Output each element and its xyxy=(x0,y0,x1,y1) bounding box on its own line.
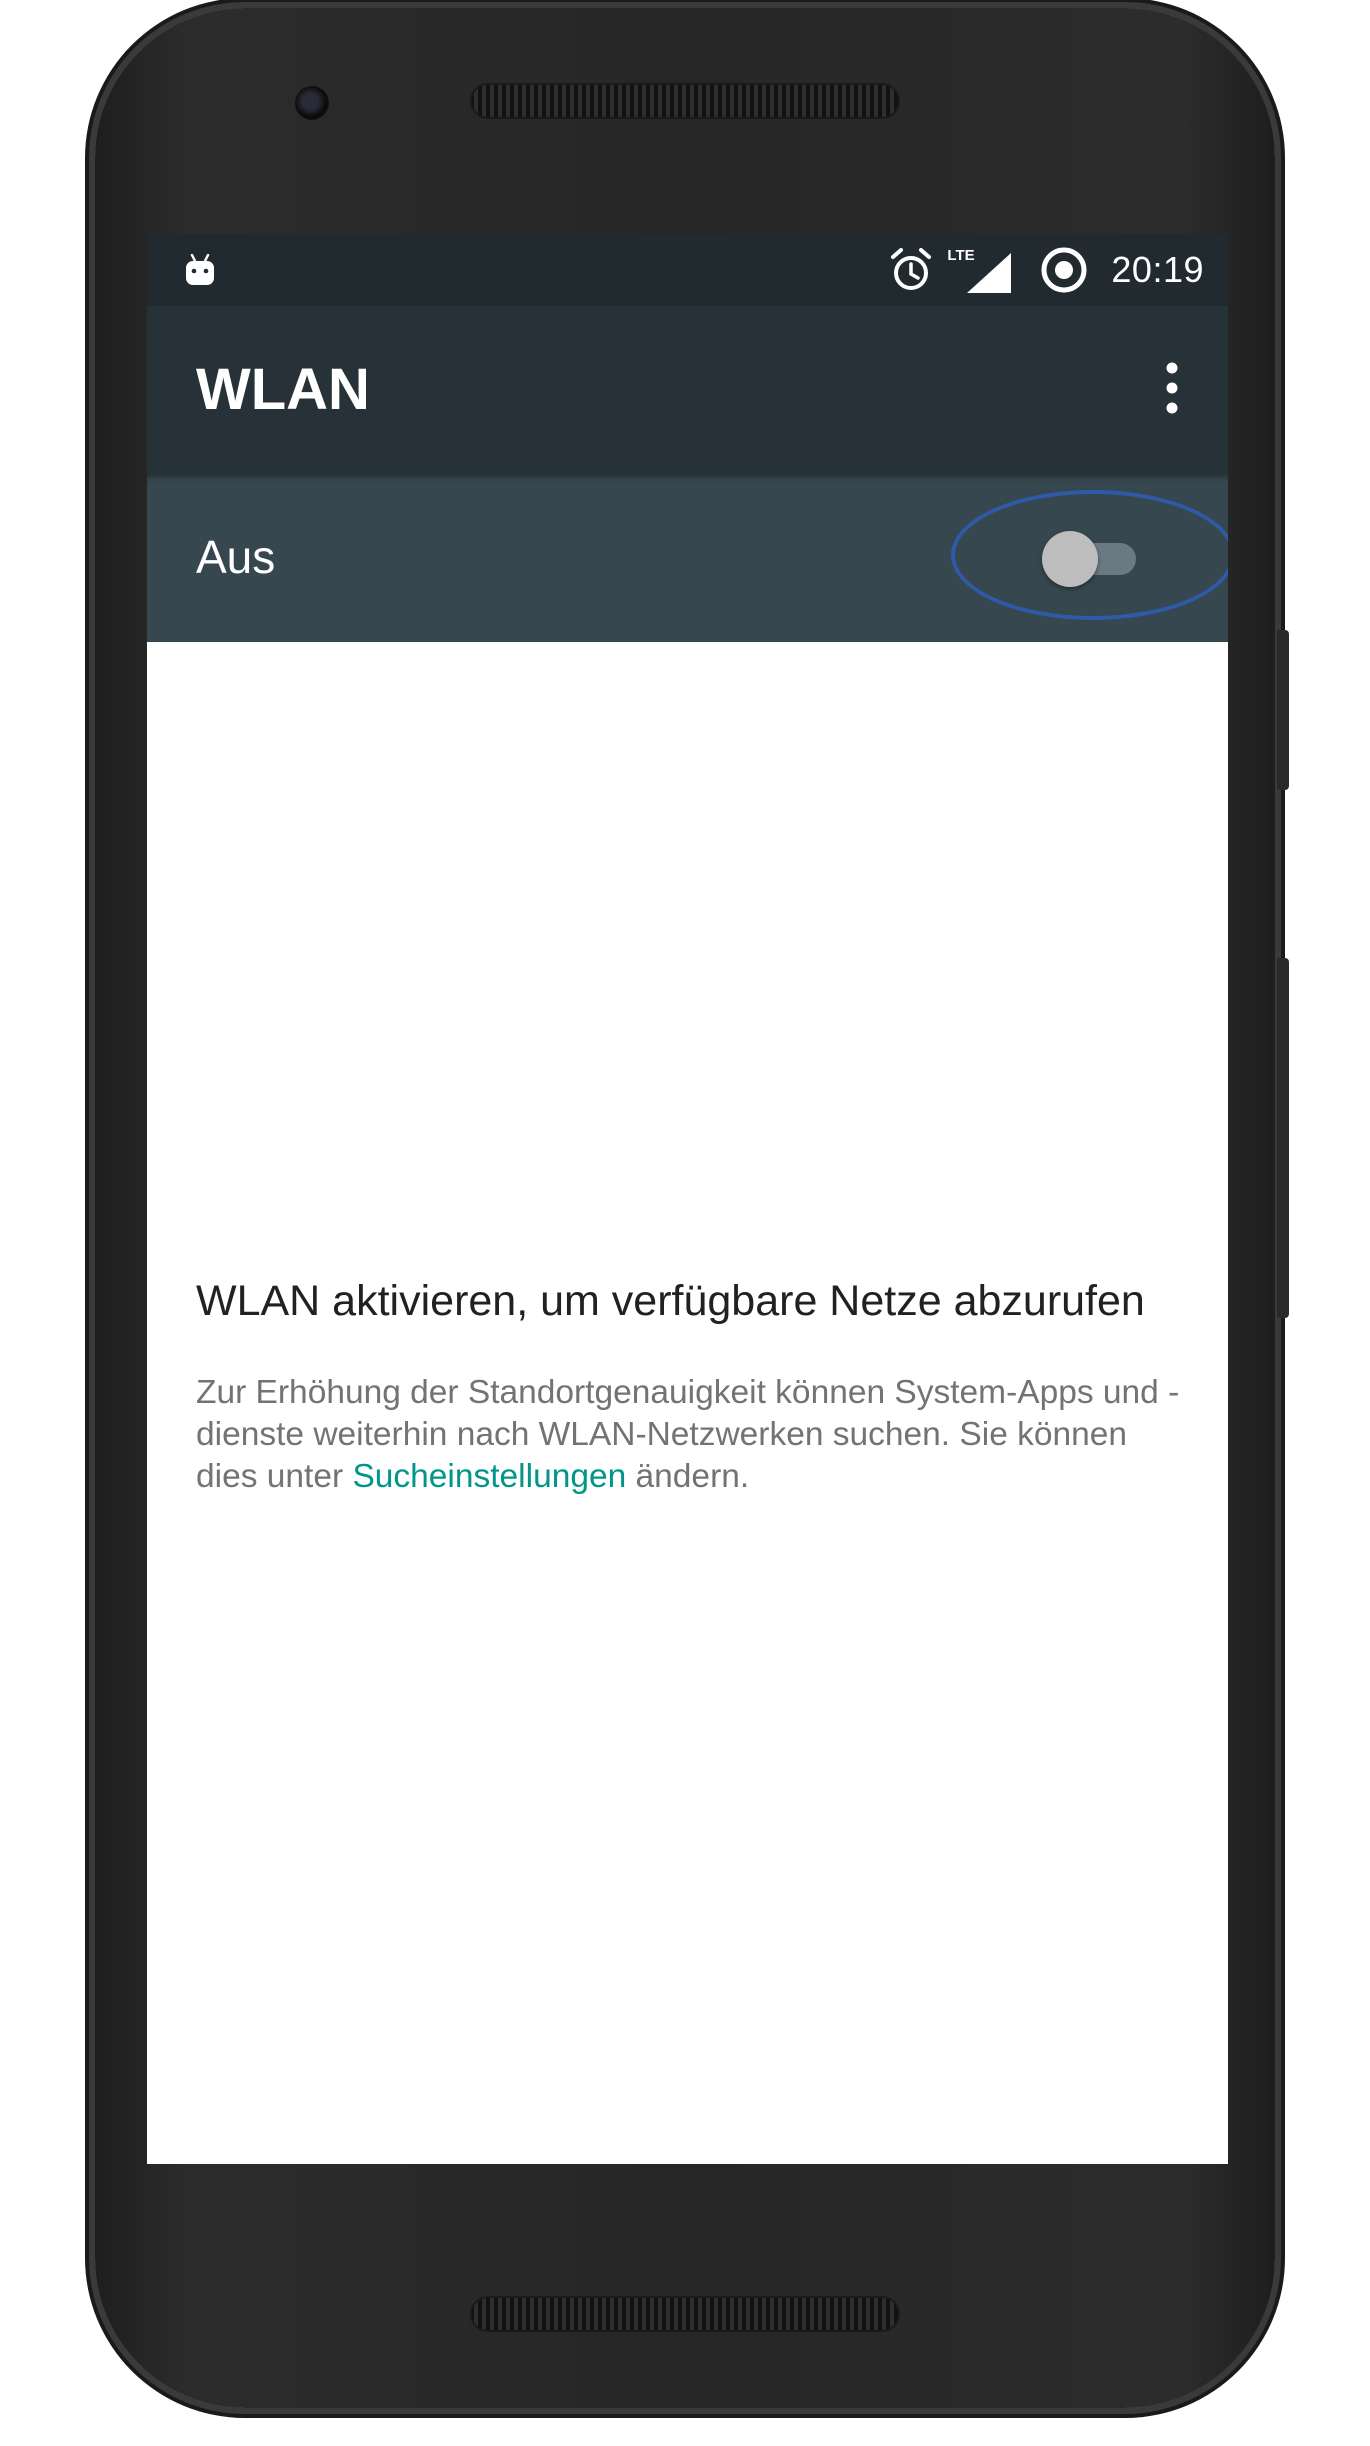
switch-state-label: Aus xyxy=(196,531,276,583)
front-camera xyxy=(295,86,329,120)
more-vert-icon xyxy=(1166,362,1178,414)
info-text-end: ändern. xyxy=(626,1458,750,1495)
status-time: 20:19 xyxy=(1111,249,1204,290)
sync-circle-icon xyxy=(1041,247,1087,293)
volume-button xyxy=(1277,958,1289,1318)
bottom-speaker xyxy=(470,2296,900,2332)
alarm-icon xyxy=(891,248,932,290)
signal-triangle xyxy=(967,253,1012,293)
scan-info-text: Zur Erhöhung der Standortgenauigkeit kön… xyxy=(196,1372,1186,1498)
empty-state: WLAN aktivieren, um verfügbare Netze abz… xyxy=(196,1274,1186,1498)
wlan-switch-bar[interactable]: Aus xyxy=(147,476,1228,642)
power-button xyxy=(1277,630,1289,790)
status-icons: LTE 20:19 xyxy=(889,234,1204,306)
app-bar: WLAN xyxy=(147,306,1228,476)
overflow-menu-button[interactable] xyxy=(1152,358,1192,418)
status-bar: LTE 20:19 xyxy=(147,234,1228,306)
toggle-thumb xyxy=(1042,531,1098,587)
empty-state-headline: WLAN aktivieren, um verfügbare Netze abz… xyxy=(196,1277,1145,1325)
device-screen: LTE 20:19 WLAN Aus WLAN aktivieren, um v… xyxy=(147,234,1228,2164)
screenshot-stage: LTE 20:19 WLAN Aus WLAN aktivieren, um v… xyxy=(0,0,1370,2446)
wlan-toggle-switch[interactable] xyxy=(1042,531,1142,587)
top-speaker xyxy=(470,83,900,119)
page-title: WLAN xyxy=(196,357,370,422)
lte-signal-icon: LTE xyxy=(947,247,1012,293)
android-notification-icon xyxy=(186,254,214,285)
scan-settings-link[interactable]: Sucheinstellungen xyxy=(352,1458,626,1495)
phone-frame: LTE 20:19 WLAN Aus WLAN aktivieren, um v… xyxy=(95,8,1289,2408)
